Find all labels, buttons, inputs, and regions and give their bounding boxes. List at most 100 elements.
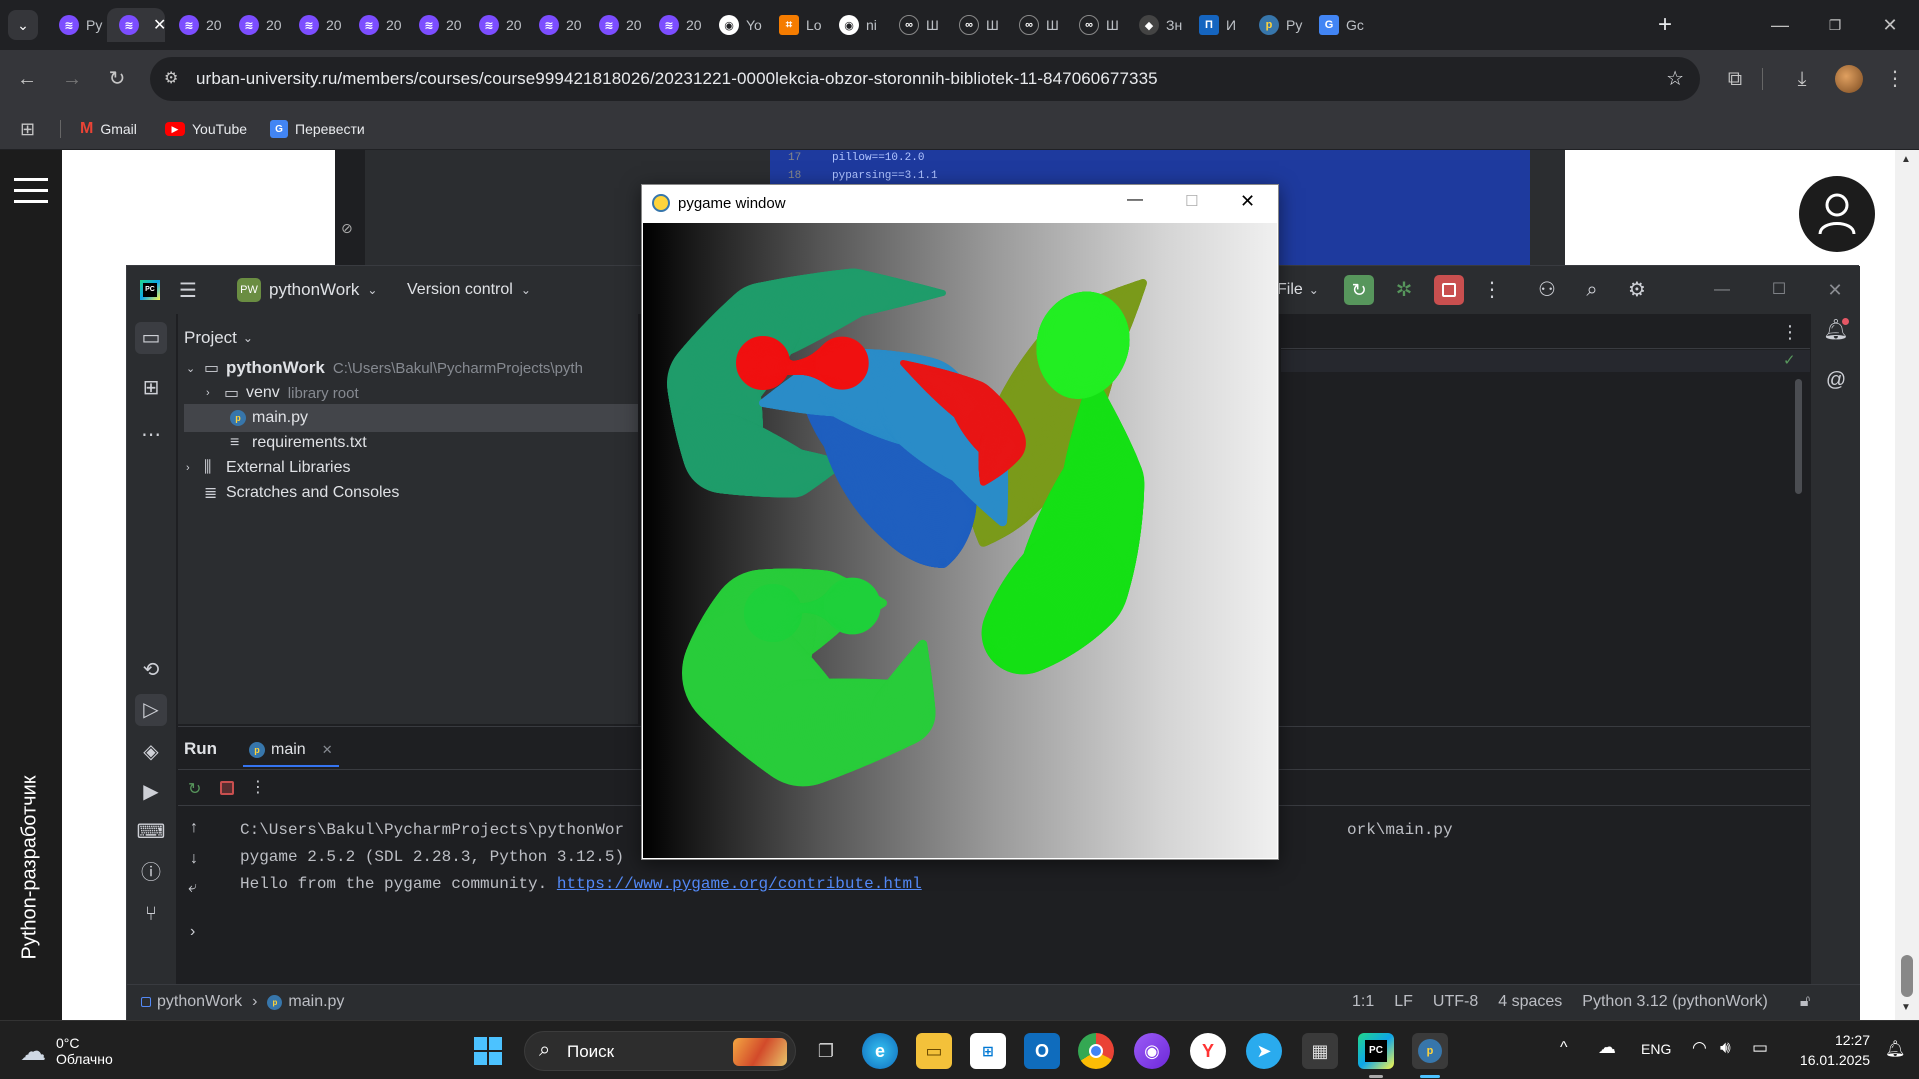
browser-tab[interactable]: ∞ Ш <box>1067 8 1125 42</box>
soft-wrap-icon[interactable]: ⤶ <box>188 879 197 897</box>
telegram-icon[interactable]: ➤ <box>1246 1033 1282 1069</box>
address-bar[interactable]: ⚙ urban-university.ru/members/courses/co… <box>150 57 1700 101</box>
maximize-button[interactable]: ❐ <box>1815 10 1855 40</box>
scroll-down-icon[interactable]: ↓ <box>190 850 198 868</box>
back-button[interactable]: ← <box>12 64 42 94</box>
chrome-menu-icon[interactable]: ⋮ <box>1880 64 1910 94</box>
git-icon[interactable]: ⑂ <box>135 898 167 930</box>
tab-search-button[interactable]: ⌄ <box>8 10 38 40</box>
browser-tab[interactable]: ≋ 20 <box>647 8 705 42</box>
forward-button[interactable]: → <box>57 64 87 94</box>
tree-item-external-libraries[interactable]: › ⫼ External Libraries <box>178 454 638 482</box>
browser-tab[interactable]: ≋ 20 <box>467 8 525 42</box>
browser-tab[interactable]: p Py <box>1247 8 1305 42</box>
chrome-icon[interactable] <box>1078 1033 1114 1069</box>
page-scrollbar[interactable]: ▲ ▼ <box>1895 150 1919 1020</box>
tree-item-requirements[interactable]: ≡ requirements.txt <box>178 429 638 457</box>
browser-tab[interactable]: ∞ Ш <box>887 8 945 42</box>
main-menu-icon[interactable]: ☰ <box>179 278 197 303</box>
browser-tab[interactable]: ◉ Yo <box>707 8 765 42</box>
search-icon[interactable]: ⌕ <box>1577 275 1607 305</box>
browser-tab[interactable]: ПИ <box>1187 8 1245 42</box>
browser-tab[interactable]: ≋ Py <box>47 8 105 42</box>
taskbar-search-box[interactable]: ⌕ Поиск <box>524 1031 796 1071</box>
browser-tab[interactable]: ≋ 20 <box>227 8 285 42</box>
yandex-browser-icon[interactable]: Y <box>1190 1033 1226 1069</box>
stop-button[interactable] <box>1434 275 1464 305</box>
pygame-canvas[interactable] <box>643 223 1277 858</box>
run-config-selector[interactable]: File ⌄ <box>1277 276 1319 304</box>
clock[interactable]: 12:27 16.01.2025 <box>1790 1030 1870 1070</box>
services-icon[interactable]: ▶ <box>135 776 167 808</box>
browser-tab[interactable]: ≋ ✕ <box>107 8 165 42</box>
apps-grid-icon[interactable]: ⊞ <box>20 119 40 139</box>
new-tab-button[interactable]: + <box>1650 10 1680 40</box>
indent-setting[interactable]: 4 spaces <box>1498 993 1562 1011</box>
python-packages-icon[interactable]: ⟲ <box>135 654 167 686</box>
lock-icon[interactable]: 🔓︎ <box>1800 993 1810 1011</box>
download-icon[interactable]: ⤓ <box>1787 64 1817 94</box>
site-info-icon[interactable]: ⚙ <box>164 57 178 101</box>
ide-minimize-button[interactable]: — <box>1707 275 1737 305</box>
microsoft-store-icon[interactable]: ⊞ <box>970 1033 1006 1069</box>
editor-options-icon[interactable]: ⋮ <box>1781 322 1799 343</box>
tree-item-main-py[interactable]: p main.py <box>184 404 638 432</box>
project-panel-title[interactable]: Project ⌄ <box>184 328 253 348</box>
terminal-icon[interactable]: ⌨ <box>135 816 167 848</box>
debug-icon[interactable]: ✲ <box>1389 275 1419 305</box>
browser-tab[interactable]: ≋ 20 <box>167 8 225 42</box>
browser-tab[interactable]: ≋ 20 <box>587 8 645 42</box>
browser-tab[interactable]: ≋ 20 <box>527 8 585 42</box>
editor-area[interactable]: ⋮ ✓ <box>1281 314 1810 726</box>
reload-button[interactable]: ↻ <box>102 64 132 94</box>
minimize-button[interactable]: — <box>1760 10 1800 40</box>
ide-maximize-button[interactable]: ☐ <box>1764 275 1794 305</box>
run-tab-main[interactable]: p main ✕ <box>243 735 339 767</box>
run-more-icon[interactable]: ⋮ <box>250 777 266 797</box>
close-tab-icon[interactable]: ✕ <box>153 15 165 35</box>
interpreter-selector[interactable]: Python 3.12 (pythonWork) <box>1582 993 1768 1011</box>
bookmark-youtube[interactable]: ▶ YouTube <box>165 108 247 150</box>
close-window-button[interactable]: ✕ <box>1870 10 1910 40</box>
tree-item-scratches[interactable]: ≣ Scratches and Consoles <box>178 479 638 507</box>
problems-icon[interactable]: ⓘ <box>135 857 167 889</box>
task-view-icon[interactable]: ❐ <box>808 1033 844 1069</box>
user-avatar-button[interactable] <box>1799 176 1875 252</box>
more-actions-icon[interactable]: ⋮ <box>1477 275 1507 305</box>
alice-assistant-icon[interactable]: ◉ <box>1134 1033 1170 1069</box>
pygame-minimize-button[interactable]: — <box>1127 191 1143 209</box>
browser-tab[interactable]: ≋ 20 <box>287 8 345 42</box>
project-switcher[interactable]: PW pythonWork ⌄ <box>237 276 377 304</box>
pycharm-taskbar-icon[interactable]: PC <box>1358 1033 1394 1069</box>
bookmark-star-icon[interactable]: ☆ <box>1666 57 1684 101</box>
file-explorer-icon[interactable]: ▭ <box>916 1033 952 1069</box>
rerun-button[interactable]: ↻ <box>1344 275 1374 305</box>
language-indicator[interactable]: ENG <box>1641 1041 1671 1057</box>
tree-item-project-root[interactable]: ⌄ ▭ pythonWork C:\Users\Bakul\PycharmPro… <box>178 354 638 382</box>
browser-tab[interactable]: G Gc <box>1307 8 1365 42</box>
battery-icon[interactable]: ▭ <box>1752 1038 1768 1058</box>
expand-chevron-icon[interactable]: › <box>190 923 195 941</box>
python-taskbar-icon[interactable]: p <box>1412 1033 1448 1069</box>
scroll-thumb[interactable] <box>1901 955 1913 997</box>
run-tool-icon[interactable]: ▷ <box>135 694 167 726</box>
line-separator[interactable]: LF <box>1394 993 1413 1011</box>
bookmark-gmail[interactable]: M Gmail <box>80 108 137 150</box>
pygame-close-button[interactable]: ✕ <box>1240 191 1255 212</box>
console-link[interactable]: https://www.pygame.org/contribute.html <box>557 875 922 893</box>
wifi-icon[interactable]: ◠ <box>1692 1038 1707 1058</box>
close-tab-icon[interactable]: ✕ <box>322 742 333 758</box>
hamburger-menu-icon[interactable] <box>14 178 48 204</box>
weather-widget[interactable]: ☁ 0°C Облачно <box>20 1031 113 1071</box>
browser-tab[interactable]: ◉ ni <box>827 8 885 42</box>
stop-icon[interactable] <box>220 781 234 795</box>
browser-tab[interactable]: ≋ 20 <box>347 8 405 42</box>
structure-icon[interactable]: ⊞ <box>135 372 167 404</box>
project-folder-icon[interactable]: ▭ <box>135 322 167 354</box>
settings-gear-icon[interactable]: ⚙ <box>1622 275 1652 305</box>
caret-position[interactable]: 1:1 <box>1352 993 1374 1011</box>
browser-tab[interactable]: ∞ Ш <box>947 8 1005 42</box>
profile-avatar[interactable] <box>1835 65 1863 93</box>
layers-icon[interactable]: ◈ <box>135 736 167 768</box>
browser-tab[interactable]: ≋ 20 <box>407 8 465 42</box>
